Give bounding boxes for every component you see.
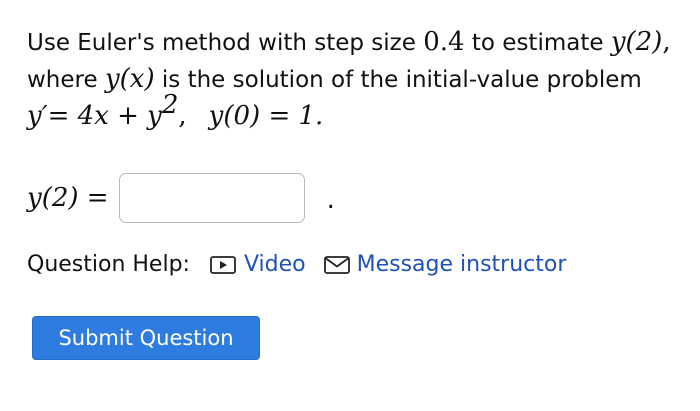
question-help: Question Help: Video Message instructor: [27, 252, 566, 277]
question-text: Use Euler's method with step size 0.4 to…: [27, 24, 687, 135]
step-size-value: 0.4: [423, 27, 465, 57]
message-instructor-link[interactable]: Message instructor: [323, 252, 567, 277]
question-text-part: Use Euler's method with step size: [27, 30, 424, 56]
question-text-part: is the solution of the initial-value pro…: [154, 67, 642, 93]
answer-period: .: [326, 185, 335, 215]
function-expression: y(x): [104, 64, 155, 94]
question-line-1: Use Euler's method with step size 0.4 to…: [27, 24, 687, 61]
punctuation: ,: [662, 27, 671, 57]
punctuation: ,: [178, 101, 187, 131]
answer-row: y(2) = .: [27, 172, 335, 224]
target-expression: y(2): [610, 27, 663, 57]
ode-expression: y′= 4x + y: [27, 101, 162, 131]
answer-input[interactable]: [118, 173, 305, 223]
submit-question-button[interactable]: Submit Question: [32, 316, 260, 360]
video-link[interactable]: Video: [210, 252, 306, 277]
answer-label: y(2) =: [27, 183, 109, 213]
initial-condition: y(0) = 1.: [208, 101, 324, 131]
question-help-label: Question Help:: [27, 252, 190, 277]
video-link-label: Video: [243, 252, 306, 277]
question-line-2: where y(x) is the solution of the initia…: [27, 61, 687, 98]
mail-envelope-icon: [323, 255, 350, 274]
question-text-part: to estimate: [464, 30, 611, 56]
message-instructor-label: Message instructor: [356, 252, 567, 277]
question-text-part: where: [27, 67, 105, 93]
ode-exponent: 2: [161, 90, 179, 120]
video-play-icon: [210, 255, 236, 274]
question-line-3: y′= 4x + y2, y(0) = 1.: [27, 92, 687, 135]
